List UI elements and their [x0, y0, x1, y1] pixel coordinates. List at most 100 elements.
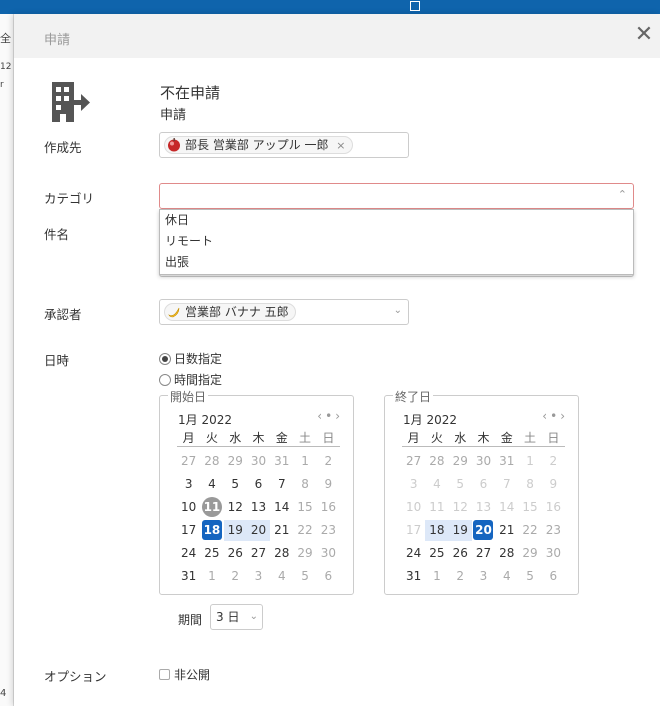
- chip-remove-icon[interactable]: ×: [336, 139, 345, 152]
- approver-select[interactable]: 営業部 バナナ 五郎 ⌄: [159, 299, 409, 325]
- calendar-day[interactable]: 21: [495, 520, 518, 541]
- calendar-day[interactable]: 8: [293, 474, 316, 495]
- calendar-day[interactable]: 29: [224, 451, 247, 472]
- calendar-day[interactable]: 19: [448, 520, 472, 541]
- next-month-icon[interactable]: ›: [560, 409, 568, 423]
- calendar-day[interactable]: 27: [177, 451, 200, 472]
- calendar-day[interactable]: 9: [317, 474, 340, 495]
- calendar-day[interactable]: 2: [542, 451, 565, 472]
- calendar-day[interactable]: 5: [293, 566, 316, 587]
- radio-time[interactable]: 時間指定: [159, 371, 222, 388]
- calendar-day[interactable]: 5: [224, 474, 247, 495]
- calendar-day[interactable]: 27: [472, 543, 495, 564]
- calendar-day[interactable]: 26: [224, 543, 247, 564]
- calendar-day[interactable]: 23: [317, 520, 340, 541]
- calendar-day[interactable]: 10: [177, 497, 200, 518]
- category-option[interactable]: 出張: [160, 252, 633, 273]
- calendar-day[interactable]: 17: [177, 520, 200, 541]
- calendar-day[interactable]: 15: [293, 497, 316, 518]
- calendar-day[interactable]: 12: [224, 497, 247, 518]
- today-dot-icon[interactable]: •: [550, 409, 560, 423]
- calendar-day[interactable]: 20: [472, 520, 495, 541]
- calendar-day[interactable]: 27: [402, 451, 425, 472]
- calendar-day[interactable]: 1: [293, 451, 316, 472]
- calendar-day[interactable]: 30: [247, 451, 270, 472]
- private-checkbox[interactable]: [159, 669, 170, 680]
- calendar-day[interactable]: 10: [402, 497, 425, 518]
- calendar-day[interactable]: 24: [402, 543, 425, 564]
- calendar-day[interactable]: 23: [542, 520, 565, 541]
- category-option[interactable]: 休日: [160, 210, 633, 231]
- today-dot-icon[interactable]: •: [325, 409, 335, 423]
- calendar-day[interactable]: 29: [449, 451, 472, 472]
- calendar-day[interactable]: 12: [449, 497, 472, 518]
- calendar-day[interactable]: 31: [270, 451, 293, 472]
- calendar-day[interactable]: 26: [449, 543, 472, 564]
- calendar-day[interactable]: 6: [247, 474, 270, 495]
- calendar-day[interactable]: 3: [247, 566, 270, 587]
- calendar-day[interactable]: 18: [200, 520, 223, 541]
- calendar-day[interactable]: 21: [270, 520, 293, 541]
- calendar-day[interactable]: 4: [270, 566, 293, 587]
- close-button[interactable]: ✕: [632, 22, 656, 48]
- calendar-day[interactable]: 28: [495, 543, 518, 564]
- calendar-day[interactable]: 28: [270, 543, 293, 564]
- calendar-day[interactable]: 28: [200, 451, 223, 472]
- calendar-day[interactable]: 14: [495, 497, 518, 518]
- calendar-day[interactable]: 1: [200, 566, 223, 587]
- calendar-day[interactable]: 4: [495, 566, 518, 587]
- calendar-day[interactable]: 29: [293, 543, 316, 564]
- next-month-icon[interactable]: ›: [335, 409, 343, 423]
- calendar-day[interactable]: 2: [224, 566, 247, 587]
- calendar-day[interactable]: 22: [293, 520, 316, 541]
- calendar-day[interactable]: 28: [425, 451, 448, 472]
- calendar-day[interactable]: 29: [518, 543, 541, 564]
- calendar-day[interactable]: 31: [495, 451, 518, 472]
- calendar-day[interactable]: 2: [449, 566, 472, 587]
- radio-days-button[interactable]: [159, 353, 171, 365]
- calendar-day[interactable]: 13: [472, 497, 495, 518]
- calendar-day[interactable]: 9: [542, 474, 565, 495]
- calendar-day[interactable]: 4: [200, 474, 223, 495]
- calendar-day[interactable]: 20: [246, 520, 271, 541]
- prev-month-icon[interactable]: ‹: [317, 409, 325, 423]
- calendar-day[interactable]: 31: [402, 566, 425, 587]
- calendar-day[interactable]: 6: [542, 566, 565, 587]
- calendar-day[interactable]: 25: [425, 543, 448, 564]
- calendar-day[interactable]: 8: [518, 474, 541, 495]
- period-select[interactable]: 3 日 ⌄: [210, 604, 263, 630]
- calendar-day[interactable]: 3: [402, 474, 425, 495]
- calendar-day[interactable]: 15: [518, 497, 541, 518]
- calendar-day[interactable]: 11: [425, 497, 448, 518]
- calendar-day[interactable]: 16: [317, 497, 340, 518]
- calendar-day[interactable]: 22: [518, 520, 541, 541]
- calendar-day[interactable]: 13: [247, 497, 270, 518]
- calendar-day[interactable]: 14: [270, 497, 293, 518]
- creator-field[interactable]: 部長 営業部 アップル 一郎 ×: [159, 132, 409, 158]
- calendar-day[interactable]: 3: [177, 474, 200, 495]
- calendar-day[interactable]: 1: [425, 566, 448, 587]
- calendar-day[interactable]: 27: [247, 543, 270, 564]
- calendar-day[interactable]: 30: [472, 451, 495, 472]
- calendar-day[interactable]: 19: [223, 520, 247, 541]
- calendar-day[interactable]: 16: [542, 497, 565, 518]
- calendar-day[interactable]: 5: [518, 566, 541, 587]
- calendar-day[interactable]: 30: [542, 543, 565, 564]
- calendar-day[interactable]: 2: [317, 451, 340, 472]
- calendar-day[interactable]: 7: [270, 474, 293, 495]
- calendar-day[interactable]: 25: [200, 543, 223, 564]
- calendar-day[interactable]: 7: [495, 474, 518, 495]
- calendar-day[interactable]: 5: [449, 474, 472, 495]
- category-select[interactable]: ⌃: [159, 183, 634, 209]
- category-option[interactable]: リモート: [160, 231, 633, 252]
- private-option[interactable]: 非公開: [159, 666, 210, 683]
- calendar-day[interactable]: 30: [317, 543, 340, 564]
- calendar-day[interactable]: 3: [472, 566, 495, 587]
- calendar-day[interactable]: 6: [472, 474, 495, 495]
- calendar-day[interactable]: 11: [200, 497, 223, 518]
- calendar-day[interactable]: 24: [177, 543, 200, 564]
- calendar-day[interactable]: 1: [518, 451, 541, 472]
- radio-days[interactable]: 日数指定: [159, 350, 222, 367]
- calendar-day[interactable]: 4: [425, 474, 448, 495]
- calendar-day[interactable]: 31: [177, 566, 200, 587]
